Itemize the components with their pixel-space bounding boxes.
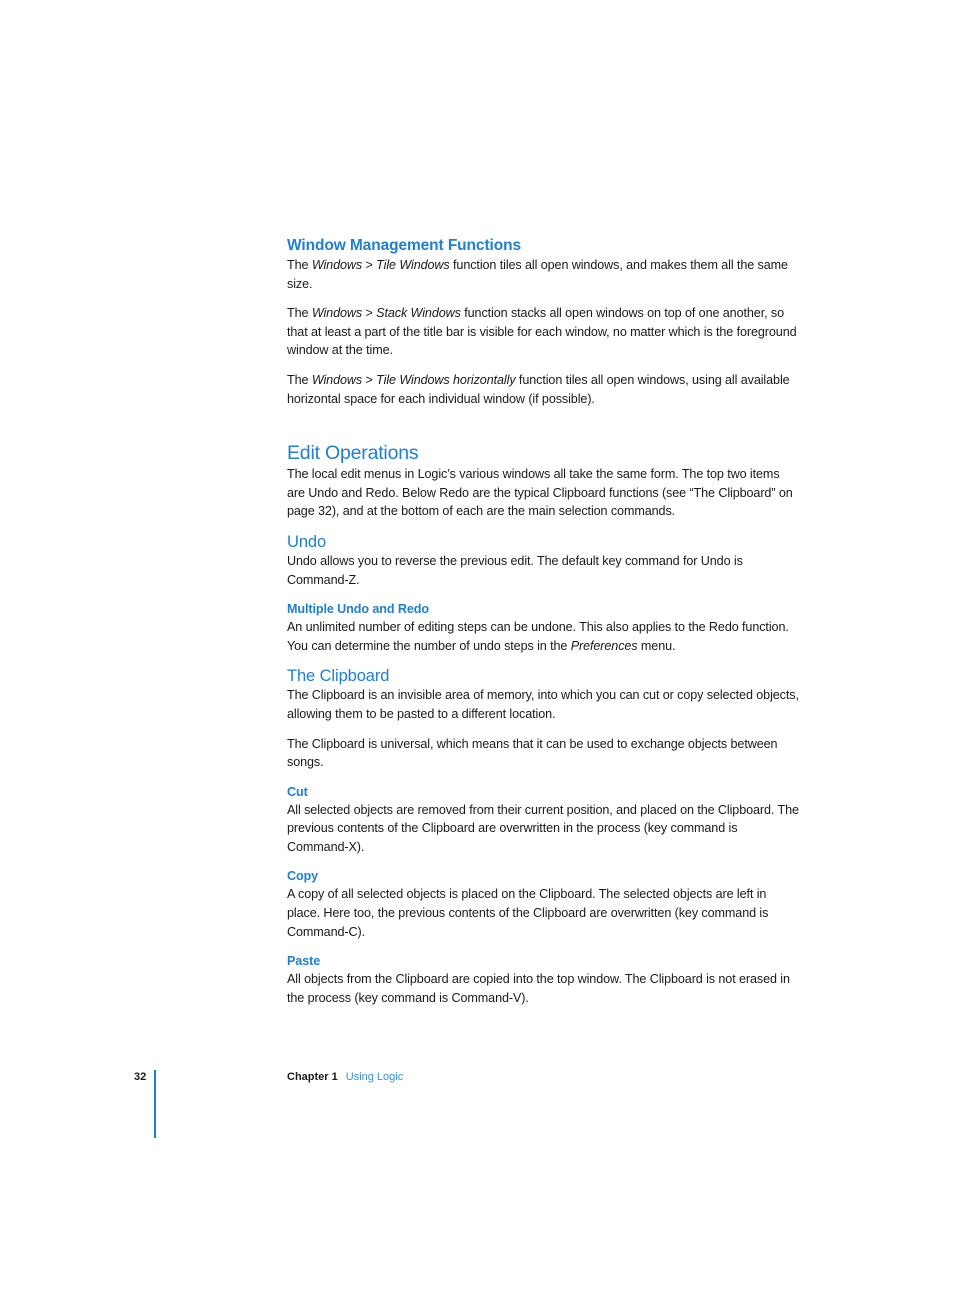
paragraph-clipboard-2: The Clipboard is universal, which means … [287,736,778,770]
heading-undo: Undo [287,532,327,551]
text: > [362,372,377,387]
paragraph-paste: All objects from the Clipboard are copie… [287,972,790,1005]
chapter-title: Using Logic [345,1071,404,1083]
heading-clipboard: The Clipboard [287,667,390,686]
text: An unlimited number of editing steps can… [287,620,789,653]
paragraph-stack-windows: The Windows > Stack Windows function sta… [287,304,799,360]
page-number: 32 [134,1071,147,1083]
text: The [287,258,312,272]
heading-window-management: Window Management Functions [287,237,521,254]
paragraph-undo: Undo allows you to reverse the previous … [287,553,743,587]
running-footer: Chapter 1 Using Logic [287,1071,403,1083]
paragraph-clipboard-1: The Clipboard is an invisible area of me… [287,688,799,721]
paragraph-copy: A copy of all selected objects is placed… [287,887,769,939]
heading-edit-operations: Edit Operations [287,442,419,465]
menu-path-tile-windows: Tile Windows [376,258,450,272]
menu-path-windows: Windows [311,258,363,272]
text: > [362,306,377,321]
page-content: Window Management Functions The Windows … [287,236,799,1007]
paragraph-multiple-undo: An unlimited number of editing steps can… [287,618,799,655]
footer-divider [154,1070,156,1138]
paragraph-tile-horizontally: The Windows > Tile Windows horizontally … [287,371,799,408]
heading-multiple-undo: Multiple Undo and Redo [287,602,429,617]
heading-cut: Cut [287,784,308,799]
menu-path-stack-windows: Stack Windows [376,306,461,321]
menu-path-windows: Windows [311,372,363,387]
text: The [287,306,312,321]
chapter-label: Chapter 1 [287,1071,338,1083]
menu-name-preferences: Preferences [570,638,638,653]
paragraph-tile-windows: The Windows > Tile Windows function tile… [287,256,799,293]
text: menu. [637,638,676,653]
menu-path-tile-horizontally: Tile Windows horizontally [376,372,516,387]
menu-path-windows: Windows [311,306,363,321]
heading-paste: Paste [287,954,321,969]
paragraph-cut: All selected objects are removed from th… [287,802,799,854]
paragraph-edit-operations: The local edit menus in Logic’s various … [287,467,793,519]
text: The [287,372,312,387]
text: > [362,258,377,272]
heading-copy: Copy [287,869,319,884]
